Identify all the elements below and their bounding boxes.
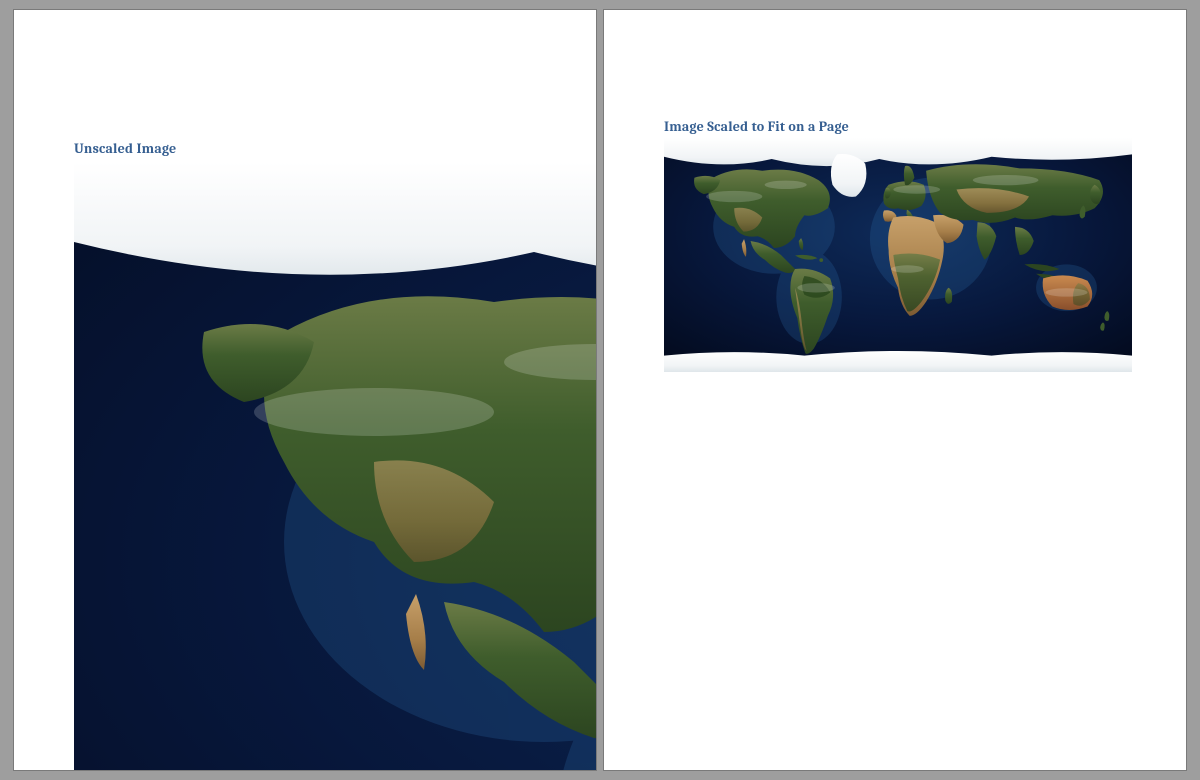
scaled-image-container (664, 138, 1132, 372)
document-viewport: Unscaled Image Image Scaled to Fit on a … (0, 0, 1200, 780)
world-map-scaled (664, 138, 1132, 372)
heading-scaled: Image Scaled to Fit on a Page (664, 118, 849, 135)
page-1: Unscaled Image (14, 10, 596, 770)
world-map-unscaled (74, 162, 596, 770)
page-2: Image Scaled to Fit on a Page (604, 10, 1186, 770)
unscaled-image-container (74, 162, 596, 770)
heading-unscaled: Unscaled Image (74, 140, 176, 157)
